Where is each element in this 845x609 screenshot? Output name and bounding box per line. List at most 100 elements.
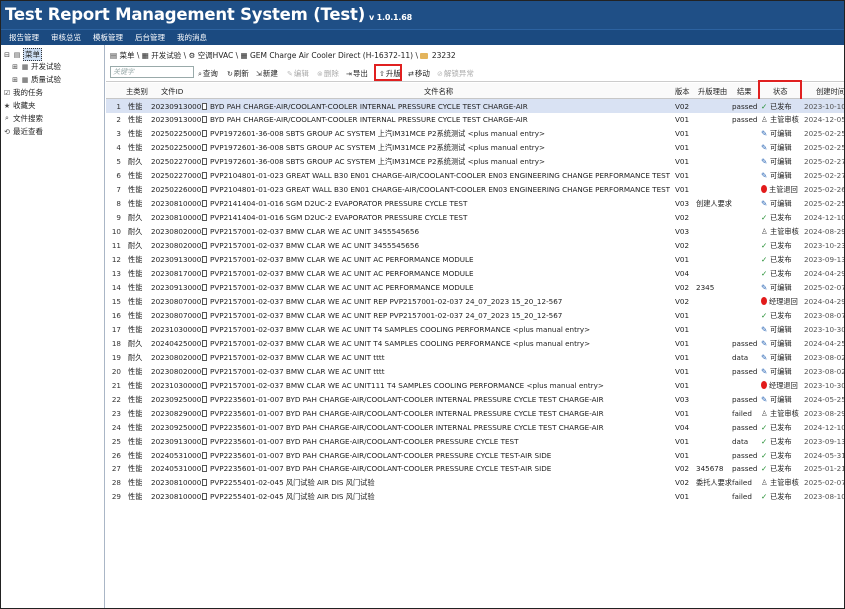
file-name-text[interactable]: PVP2157001-02-037 BMW CLAR WE AC UNIT 34…	[210, 241, 419, 250]
table-row[interactable]: 18 耐久 202404250001 PVP2157001-02-037 BMW CL…	[106, 336, 844, 350]
sidebar-item-dev-tests[interactable]: ⊞ ▦ 开发试验	[11, 61, 61, 72]
file-name-text[interactable]: PVP1972601-36-008 SBTS GROUP AC SYSTEM 上…	[210, 143, 545, 152]
query-button[interactable]: ⌕查询	[198, 68, 218, 79]
refresh-button[interactable]: ↻刷新	[227, 68, 249, 79]
file-name-text[interactable]: PVP2141404-01-016 SGM D2UC-2 EVAPORATOR …	[210, 213, 467, 222]
file-name-text[interactable]: PVP2235601-01-007 BYD PAH CHARGE-AIR/COO…	[210, 395, 604, 404]
table-row[interactable]: 19 耐久 202308020001 PVP2157001-02-037 BMW CL…	[106, 350, 844, 364]
sidebar-item-recent[interactable]: ⟲ 最近查看	[3, 126, 43, 137]
col-header-file-name[interactable]: 文件名称	[424, 87, 453, 97]
table-row[interactable]: 3 性能 202502250001 PVP1972601-36-008 SBTS GR…	[106, 127, 844, 141]
file-name-text[interactable]: PVP2157001-02-037 BMW CLAR WE AC UNIT 34…	[210, 227, 419, 236]
table-row[interactable]: 5 耐久 202502270001 PVP1972601-36-008 SBTS GR…	[106, 155, 844, 169]
move-button[interactable]: ⇄移动	[408, 68, 430, 79]
table-row[interactable]: 25 性能 202309130003 PVP2235601-01-007 BYD PA…	[106, 434, 844, 448]
file-name-text[interactable]: PVP2157001-02-037 BMW CLAR WE AC UNIT AC…	[210, 283, 474, 292]
nav-item-templates[interactable]: 模板管理	[93, 32, 123, 43]
file-name-text[interactable]: PVP2157001-02-037 BMW CLAR WE AC UNIT T4…	[210, 325, 590, 334]
file-name-text[interactable]: PVP2235601-01-007 BYD PAH CHARGE-AIR/COO…	[210, 409, 604, 418]
col-header-version[interactable]: 版本	[675, 87, 690, 97]
table-row[interactable]: 12 性能 202309130002 PVP2157001-02-037 BMW CL…	[106, 253, 844, 267]
nav-item-messages[interactable]: 我的消息	[177, 32, 207, 43]
file-name-text[interactable]: PVP2157001-02-037 BMW CLAR WE AC UNIT tt…	[210, 353, 385, 362]
edit-button[interactable]: ✎编辑	[287, 68, 309, 79]
file-name-text[interactable]: PVP2235601-01-007 BYD PAH CHARGE-AIR/COO…	[210, 464, 551, 473]
col-header-file-id[interactable]: 文件ID	[161, 87, 183, 97]
unlock-exception-button[interactable]: ⊘解锁异常	[437, 68, 474, 79]
table-row[interactable]: 11 耐久 202308020008 PVP2157001-02-037 BMW CL…	[106, 239, 844, 253]
table-row[interactable]: 26 性能 202405310001 PVP2235601-01-007 BYD PA…	[106, 448, 844, 462]
file-name-text[interactable]: PVP2255401-02-045 风门试验 AIR DIS 风门试验	[210, 492, 375, 501]
export-button[interactable]: ⇥导出	[346, 68, 368, 79]
table-row[interactable]: 15 性能 202308070001 PVP2157001-02-037 BMW CL…	[106, 294, 844, 308]
expand-icon[interactable]: ⊞	[11, 76, 19, 84]
breadcrumb-item[interactable]: 开发试验	[151, 51, 181, 60]
nav-item-admin[interactable]: 后台管理	[135, 32, 165, 43]
table-row[interactable]: 14 性能 202309130002 PVP2157001-02-037 BMW CL…	[106, 280, 844, 294]
nav-item-review-overview[interactable]: 审核总览	[51, 32, 81, 43]
file-name-text[interactable]: PVP1972601-36-008 SBTS GROUP AC SYSTEM 上…	[210, 157, 545, 166]
file-name-text[interactable]: BYD PAH CHARGE-AIR/COOLANT-COOLER INTERN…	[210, 115, 528, 124]
file-name-text[interactable]: BYD PAH CHARGE-AIR/COOLANT-COOLER INTERN…	[210, 102, 528, 111]
breadcrumb-item[interactable]: GEM Charge Air Cooler Direct (H-16372-11…	[250, 51, 413, 60]
file-name-text[interactable]: PVP2104801-01-023 GREAT WALL B30 EN01 CH…	[210, 185, 670, 194]
status-cell: ✎ 可编辑	[761, 325, 792, 335]
breadcrumb-item[interactable]: 23232	[432, 51, 456, 60]
sidebar-item-quality-tests[interactable]: ⊞ ▦ 质量试验	[11, 74, 61, 85]
table-row[interactable]: 8 性能 202308100002 PVP2141404-01-016 SGM D2U…	[106, 197, 844, 211]
file-name-text[interactable]: PVP2235601-01-007 BYD PAH CHARGE-AIR/COO…	[210, 451, 551, 460]
sidebar-item-menu[interactable]: ⊟ ▤ 菜单	[3, 48, 42, 61]
table-row[interactable]: 20 性能 202308020006 PVP2157001-02-037 BMW CL…	[106, 364, 844, 378]
file-name-text[interactable]: PVP2157001-02-037 BMW CLAR WE AC UNIT RE…	[210, 297, 562, 306]
table-row[interactable]: 6 性能 202502270002 PVP2104801-01-023 GREAT W…	[106, 169, 844, 183]
file-name-text[interactable]: PVP2157001-02-037 BMW CLAR WE AC UNIT RE…	[210, 311, 562, 320]
sidebar-item-my-tasks[interactable]: ☑ 我的任务	[3, 87, 43, 98]
file-name-text[interactable]: PVP2157001-02-037 BMW CLAR WE AC UNIT AC…	[210, 255, 474, 264]
file-name-text[interactable]: PVP2235601-01-007 BYD PAH CHARGE-AIR/COO…	[210, 437, 518, 446]
breadcrumb-item[interactable]: 空调HVAC	[198, 51, 234, 60]
version-cell: V01	[675, 380, 690, 390]
document-icon	[202, 158, 207, 166]
table-row[interactable]: 21 性能 202310300002 PVP2157001-02-037 BMW CL…	[106, 378, 844, 392]
table-row[interactable]: 4 性能 202502250001 PVP1972601-36-008 SBTS GR…	[106, 141, 844, 155]
file-name-text[interactable]: PVP2141404-01-016 SGM D2UC-2 EVAPORATOR …	[210, 199, 467, 208]
table-row[interactable]: 10 耐久 202308020008 PVP2157001-02-037 BMW CL…	[106, 225, 844, 239]
table-row[interactable]: 24 性能 202309250001 PVP2235601-01-007 BYD PA…	[106, 420, 844, 434]
table-row[interactable]: 27 性能 202405310001 PVP2235601-01-007 BYD PA…	[106, 462, 844, 476]
table-row[interactable]: 22 性能 202309250001 PVP2235601-01-007 BYD PA…	[106, 392, 844, 406]
collapse-icon[interactable]: ⊟	[3, 51, 11, 59]
expand-icon[interactable]: ⊞	[11, 63, 19, 71]
table-row[interactable]: 29 性能 202308100001 PVP2255401-02-045 风门试验 A…	[106, 490, 844, 504]
file-name-text[interactable]: PVP1972601-36-008 SBTS GROUP AC SYSTEM 上…	[210, 129, 545, 138]
status-text: 已发布	[770, 213, 792, 223]
row-number: 12	[111, 255, 121, 265]
file-name-text[interactable]: PVP2157001-02-037 BMW CLAR WE AC UNIT tt…	[210, 367, 385, 376]
file-name-text[interactable]: PVP2157001-02-037 BMW CLAR WE AC UNIT111…	[210, 381, 604, 390]
file-name-text[interactable]: PVP2255401-02-045 风门试验 AIR DIS 风门试验	[210, 478, 375, 487]
breadcrumb-item[interactable]: 菜单	[119, 51, 134, 60]
table-row[interactable]: 13 性能 202308170001 PVP2157001-02-037 BMW CL…	[106, 267, 844, 281]
table-row[interactable]: 17 性能 202310300001 PVP2157001-02-037 BMW CL…	[106, 322, 844, 336]
delete-button[interactable]: ⊗删除	[317, 68, 339, 79]
col-header-upgrade-reason[interactable]: 升版理由	[698, 87, 727, 97]
file-name-text[interactable]: PVP2157001-02-037 BMW CLAR WE AC UNIT T4…	[210, 339, 590, 348]
sidebar-item-file-search[interactable]: ⌕ 文件搜索	[3, 113, 43, 124]
table-row[interactable]: 16 性能 202308070001 PVP2157001-02-037 BMW CL…	[106, 308, 844, 322]
table-row[interactable]: 9 耐久 202308100002 PVP2141404-01-016 SGM D2U…	[106, 211, 844, 225]
table-row[interactable]: 28 性能 202308100001 PVP2255401-02-045 风门试验 A…	[106, 476, 844, 490]
new-button[interactable]: ⇲新建	[256, 68, 278, 79]
table-row[interactable]: 7 性能 202502260001 PVP2104801-01-023 GREAT W…	[106, 183, 844, 197]
file-name-text[interactable]: PVP2235601-01-007 BYD PAH CHARGE-AIR/COO…	[210, 423, 604, 432]
col-header-category[interactable]: 主类别	[126, 87, 148, 97]
table-row[interactable]: 23 性能 202308290002 PVP2235601-01-007 BYD PA…	[106, 406, 844, 420]
status-text: 已发布	[770, 422, 792, 432]
col-header-created[interactable]: 创建时间	[816, 87, 844, 97]
table-row[interactable]: 1 性能 202309130001 BYD PAH CHARGE-AIR/COOLAN…	[106, 99, 844, 113]
sidebar-item-favorites[interactable]: ★ 收藏夹	[3, 100, 36, 111]
file-name-text[interactable]: PVP2104801-01-023 GREAT WALL B30 EN01 CH…	[210, 171, 670, 180]
nav-item-reports[interactable]: 报告管理	[9, 32, 39, 43]
file-name-text[interactable]: PVP2157001-02-037 BMW CLAR WE AC UNIT AC…	[210, 269, 474, 278]
search-input[interactable]: 关键字	[110, 66, 194, 78]
table-row[interactable]: 2 性能 202309130001 BYD PAH CHARGE-AIR/COOLAN…	[106, 113, 844, 127]
col-header-result[interactable]: 结果	[737, 87, 752, 97]
